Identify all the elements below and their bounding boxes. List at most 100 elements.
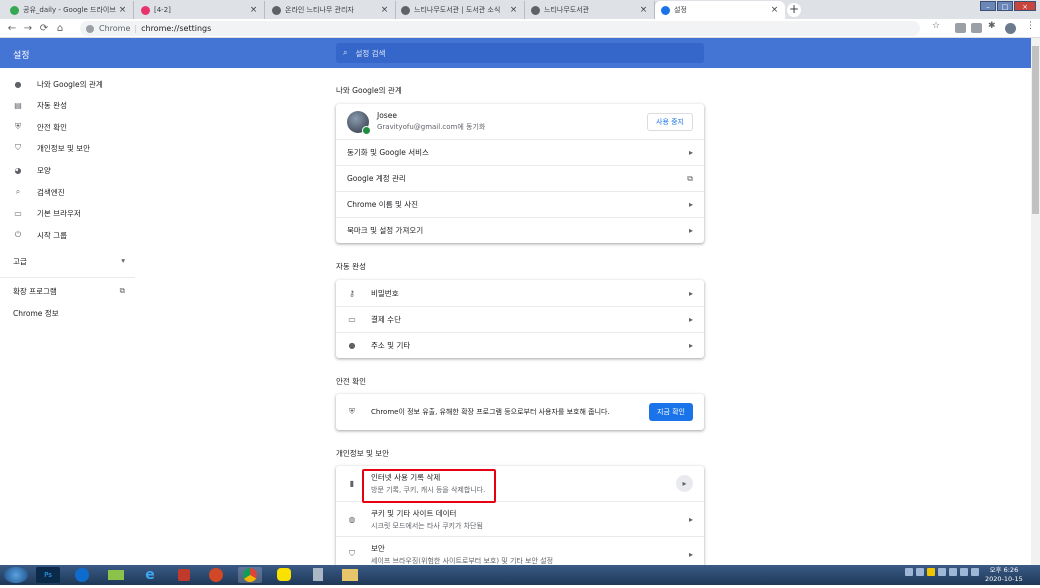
address-bar[interactable]: Chrome | chrome://settings	[80, 21, 920, 36]
shield-icon: ⛉	[15, 143, 21, 152]
close-icon[interactable]: ×	[639, 5, 648, 15]
tab-library[interactable]: 느티나무도서관 ×	[525, 1, 655, 19]
sync-icon	[362, 125, 371, 135]
chevron-right-icon: ▸	[688, 514, 693, 524]
kakaotalk-icon[interactable]	[272, 567, 296, 583]
extension-icon[interactable]	[955, 23, 966, 33]
profile-info: Josee Gravityofu@gmail.com에 동기화	[377, 111, 647, 132]
tray-icon[interactable]	[916, 568, 924, 576]
shield-icon: ⛉	[349, 549, 355, 558]
tab-title: 설정	[674, 6, 687, 14]
clock[interactable]: 오후 6:26 2020-10-15	[985, 566, 1023, 584]
profile-avatar-icon[interactable]	[1005, 23, 1016, 34]
sidebar-item-privacy[interactable]: ⛉ 개인정보 및 보안	[13, 141, 90, 155]
highlight-box	[362, 469, 496, 503]
browser-icon: ▭	[14, 208, 22, 218]
tab-admin[interactable]: 온라인 느티나무 관리자 ×	[266, 1, 396, 19]
clock-time: 오후 6:26	[989, 566, 1019, 574]
address-path: chrome://settings	[141, 24, 212, 33]
file-icon[interactable]	[306, 567, 330, 583]
start-button[interactable]	[4, 567, 28, 583]
close-icon[interactable]: ×	[380, 5, 389, 15]
sidebar-advanced-label: 고급	[13, 257, 27, 266]
row-label: 비밀번호	[371, 288, 399, 298]
back-icon[interactable]: ←	[4, 23, 20, 34]
chevron-right-icon: ▸	[688, 315, 693, 324]
photoshop-icon[interactable]: Ps	[36, 567, 60, 583]
row-label: 북마크 및 설정 가져오기	[347, 226, 424, 235]
close-window-button[interactable]: ×	[1014, 1, 1036, 11]
tab-title: 공유_daily - Google 드라이브	[23, 6, 116, 14]
chevron-right-icon: ▸	[688, 288, 693, 298]
check-now-button[interactable]: 지금 확인	[649, 403, 693, 421]
menu-icon[interactable]: ⋮	[1026, 21, 1035, 31]
tools-icon[interactable]	[172, 567, 196, 583]
home-icon[interactable]: ⌂	[52, 23, 68, 34]
toolbar: ← → ⟳ ⌂ Chrome | chrome://settings ☆ ✱ ⋮	[0, 19, 1040, 38]
scrollbar[interactable]	[1031, 38, 1040, 565]
sidebar-item-appearance[interactable]: ◕ 모양	[13, 163, 51, 177]
ie-icon[interactable]: e	[138, 567, 162, 583]
sidebar-about[interactable]: Chrome 정보	[13, 308, 125, 319]
cookies-row[interactable]: ◍ 쿠키 및 기타 사이트 데이터 시크릿 모드에서는 타사 쿠키가 차단됨 ▸	[336, 501, 704, 536]
manage-account-row[interactable]: Google 계정 관리 ⧉	[336, 165, 704, 191]
reload-icon[interactable]: ⟳	[36, 23, 52, 34]
chrome-name-row[interactable]: Chrome 이름 및 사진 ▸	[336, 191, 704, 217]
sidebar-item-autofill[interactable]: ▤ 자동 완성	[13, 98, 67, 112]
tab-library-news[interactable]: 느티나무도서관 | 도서관 소식 ×	[395, 1, 525, 19]
new-tab-button[interactable]: +	[787, 3, 801, 17]
card-you-google: Josee Gravityofu@gmail.com에 동기화 사용 중지 동기…	[336, 104, 704, 243]
close-icon[interactable]: ×	[770, 5, 779, 15]
puzzle-icon[interactable]: ✱	[988, 21, 996, 31]
sidebar-item-search-engine[interactable]: ⌕ 검색엔진	[13, 185, 65, 199]
chevron-right-icon[interactable]: ▸	[676, 475, 693, 492]
tray-icon[interactable]	[938, 568, 946, 576]
forward-icon[interactable]: →	[20, 23, 36, 34]
scrollbar-thumb[interactable]	[1032, 46, 1039, 214]
row-label: 동기화 및 Google 서비스	[347, 148, 429, 157]
tray-icon[interactable]	[905, 568, 913, 576]
sidebar-item-safety[interactable]: ⛨ 안전 확인	[13, 120, 67, 134]
stop-sync-button[interactable]: 사용 중지	[647, 112, 693, 131]
extension-icon[interactable]	[971, 23, 982, 33]
clipboard-icon: ▤	[14, 100, 22, 110]
bookmark-star-icon[interactable]: ☆	[932, 21, 940, 31]
tab-4-2[interactable]: [4-2] ×	[135, 1, 265, 19]
sidebar-advanced[interactable]: 고급 ▾	[13, 256, 125, 267]
tab-title: 느티나무도서관	[544, 6, 590, 14]
books-icon[interactable]	[104, 567, 128, 583]
powerpoint-icon[interactable]	[204, 567, 228, 583]
sidebar-item-you-google[interactable]: ● 나와 Google의 관계	[13, 77, 103, 91]
payment-row[interactable]: ▭ 결제 수단 ▸	[336, 306, 704, 332]
tab-settings[interactable]: 설정 ×	[655, 1, 785, 19]
row-text: 보안 세이프 브라우징(위험한 사이트로부터 보호) 및 기타 보안 설정	[371, 543, 689, 566]
tray-icon[interactable]	[927, 568, 935, 576]
maximize-button[interactable]: □	[997, 1, 1013, 11]
volume-icon[interactable]	[971, 568, 979, 576]
import-bookmarks-row[interactable]: 북마크 및 설정 가져오기 ▸	[336, 217, 704, 243]
close-icon[interactable]: ×	[249, 5, 258, 15]
minimize-button[interactable]: –	[980, 1, 996, 11]
sidebar-extensions[interactable]: 확장 프로그램 ⧉	[13, 286, 125, 297]
sidebar-item-default-browser[interactable]: ▭ 기본 브라우저	[13, 206, 81, 220]
chrome-taskbar-icon[interactable]	[238, 567, 262, 583]
folder-icon[interactable]	[338, 567, 362, 583]
search-placeholder: 설정 검색	[355, 48, 386, 58]
flag-icon[interactable]	[949, 568, 957, 576]
search-icon: ⌕	[15, 187, 21, 196]
sync-services-row[interactable]: 동기화 및 Google 서비스 ▸	[336, 139, 704, 165]
close-icon[interactable]: ×	[118, 5, 127, 15]
network-icon[interactable]	[960, 568, 968, 576]
tab-drive[interactable]: 공유_daily - Google 드라이브 ×	[4, 1, 134, 19]
passwords-row[interactable]: ⚷ 비밀번호 ▸	[336, 280, 704, 306]
search-input[interactable]: ⌕ 설정 검색	[336, 43, 704, 63]
gear-icon	[661, 5, 670, 15]
globe-icon	[401, 5, 410, 15]
addresses-row[interactable]: ● 주소 및 기타 ▸	[336, 332, 704, 358]
close-icon[interactable]: ×	[509, 5, 518, 15]
power-icon: ⏻	[14, 230, 22, 239]
person-icon: ●	[14, 79, 22, 89]
sidebar-item-on-startup[interactable]: ⏻ 시작 그룹	[13, 228, 67, 242]
teamviewer-icon[interactable]	[70, 567, 94, 583]
sidebar-item-label: 개인정보 및 보안	[37, 143, 91, 153]
